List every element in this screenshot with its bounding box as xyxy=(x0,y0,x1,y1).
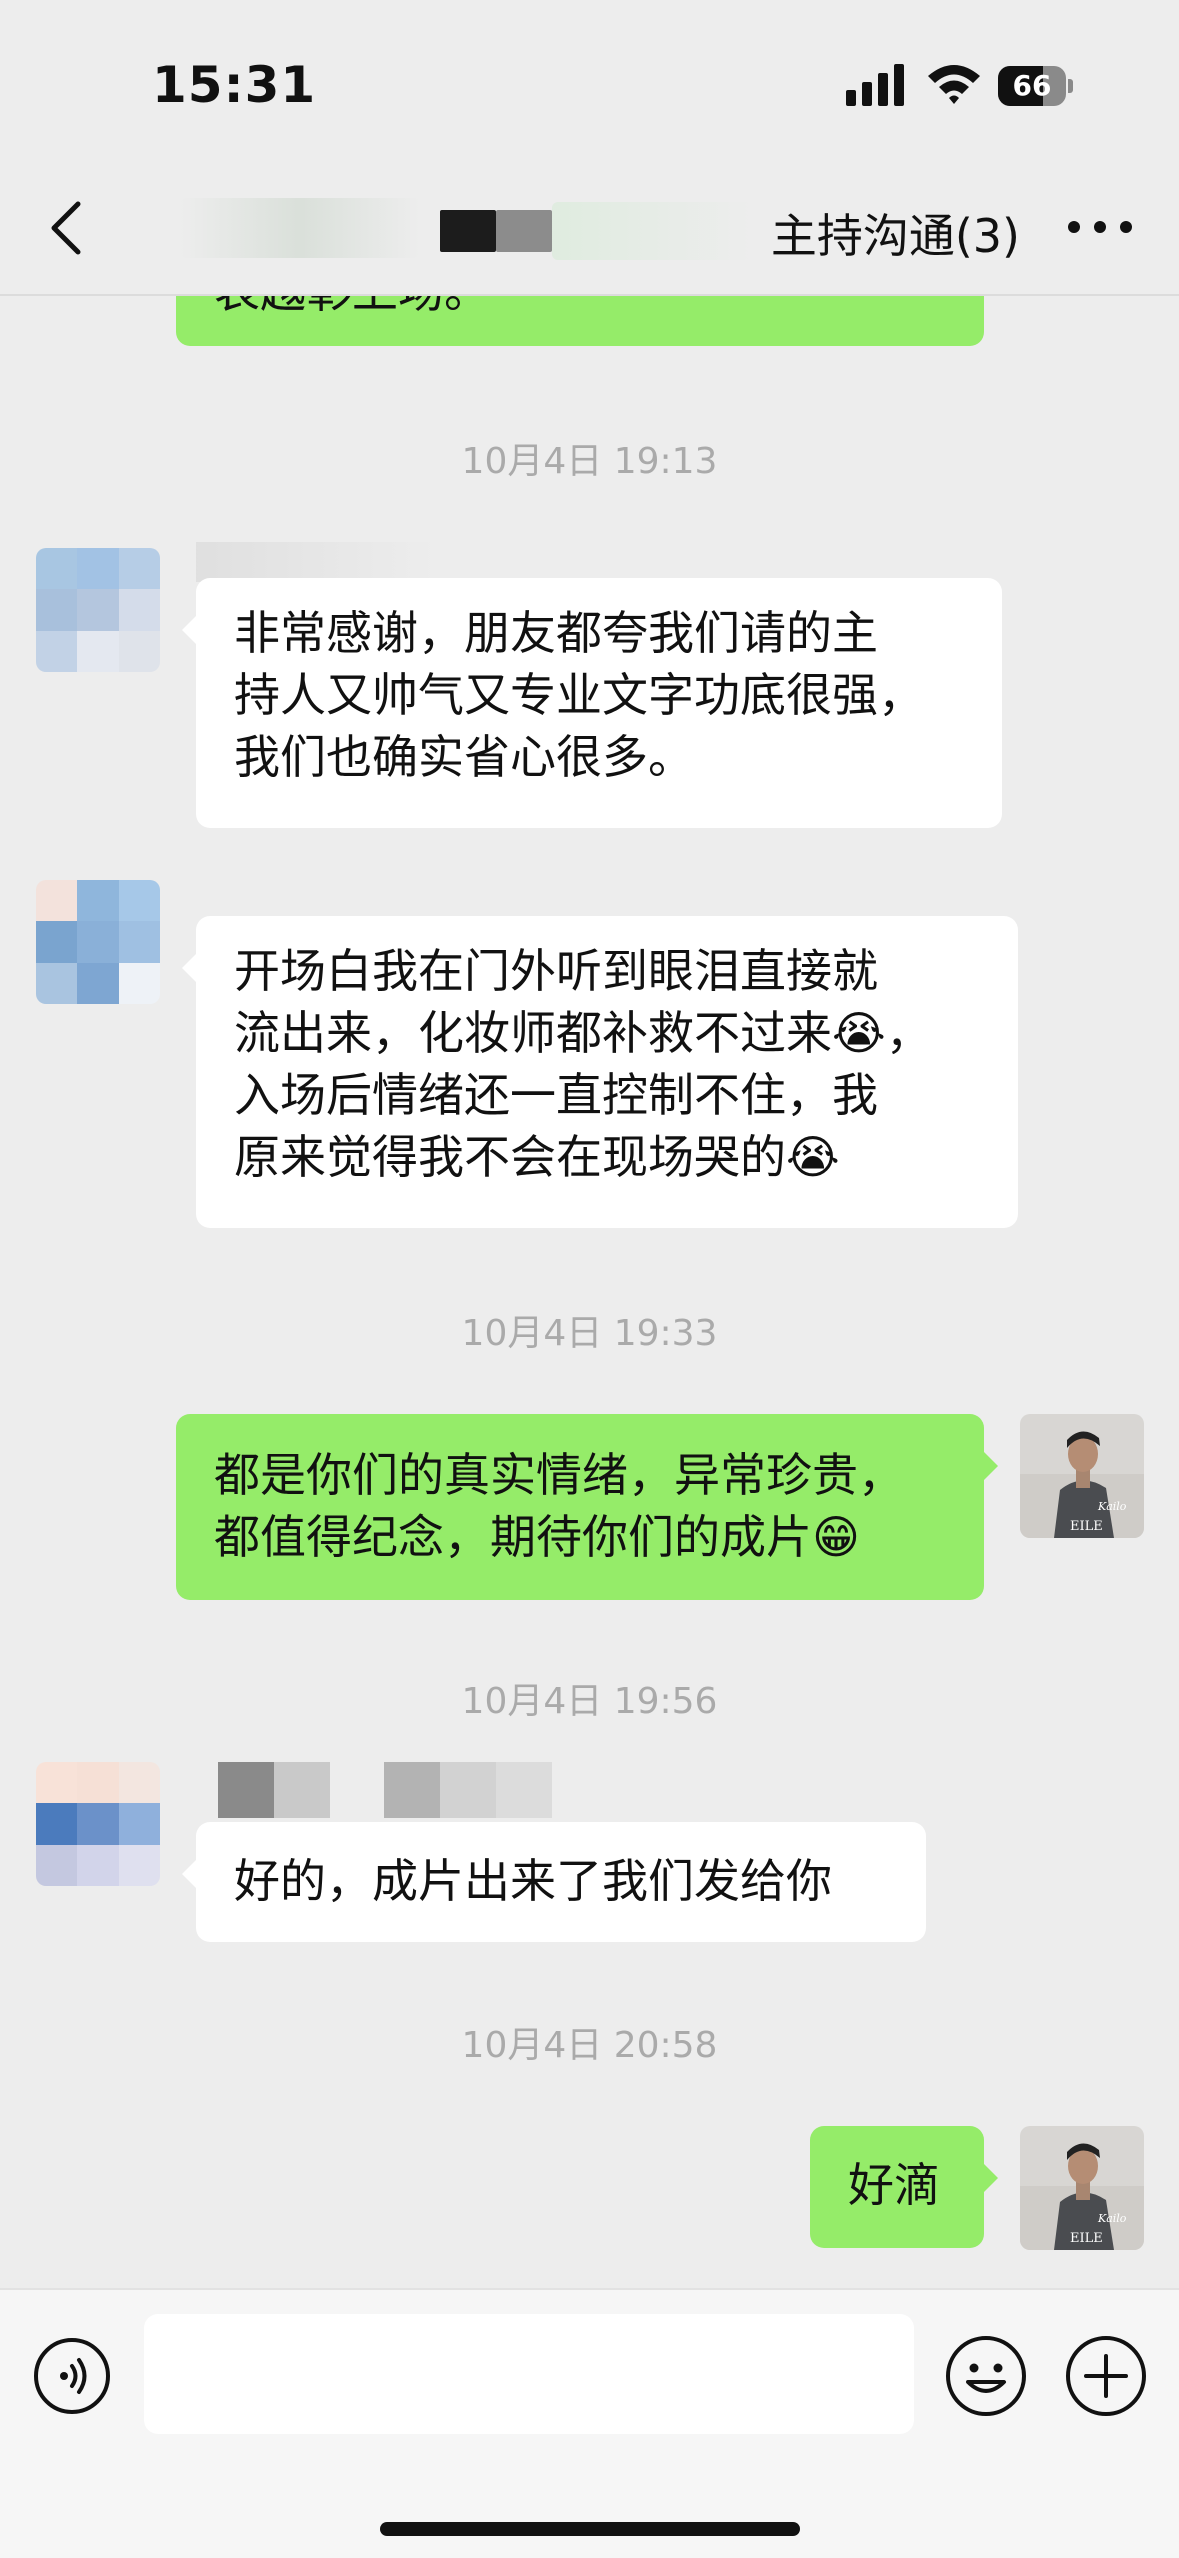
avatar[interactable] xyxy=(36,548,160,672)
message-line: 开场白我在门外听到眼泪直接就 xyxy=(234,944,878,998)
message-line: 流出来，化妆师都补救不过来😭， xyxy=(234,1006,932,1060)
avatar-brand: EILE xyxy=(1070,2231,1103,2246)
message-line: 持人又帅气又专业文字功底很强， xyxy=(234,668,924,722)
message-line: 非常感谢，朋友都夸我们请的主 xyxy=(234,606,878,660)
status-bar: 15:31 66 xyxy=(0,0,1179,160)
sender-name-redacted xyxy=(196,542,436,582)
emoji-icon[interactable] xyxy=(944,2334,1028,2418)
sender-name-redacted xyxy=(218,1762,552,1818)
message-line: 我们也确实省心很多。 xyxy=(234,730,694,784)
cellular-signal-icon xyxy=(846,64,904,106)
chat-title: 主持沟通(3) xyxy=(770,209,1020,263)
redacted-title-block xyxy=(552,202,752,260)
plus-icon[interactable] xyxy=(1064,2334,1148,2418)
battery-icon: 66 xyxy=(998,66,1074,106)
input-bar xyxy=(0,2288,1179,2558)
more-dots-icon[interactable] xyxy=(1060,204,1140,250)
message-text: 表越彰上场。 xyxy=(214,296,490,318)
self-avatar[interactable]: Kailo EILE xyxy=(1020,1414,1144,1538)
status-time: 15:31 xyxy=(152,56,317,114)
message-input[interactable] xyxy=(144,2314,914,2434)
redacted-title-block xyxy=(180,198,420,258)
message-bubble-outgoing[interactable]: 都是你们的真实情绪，异常珍贵， 都值得纪念，期待你们的成片😁 xyxy=(176,1414,998,1600)
message-line: 原来觉得我不会在现场哭的😭 xyxy=(234,1130,840,1184)
chat-title-area: 主持沟通(3) xyxy=(160,196,1020,266)
timestamp: 10月4日 19:13 xyxy=(461,441,718,482)
voice-icon[interactable] xyxy=(32,2336,112,2416)
message-line: 都值得纪念，期待你们的成片😁 xyxy=(214,1510,860,1564)
timestamp: 10月4日 19:56 xyxy=(461,1681,718,1722)
avatar[interactable] xyxy=(36,1762,160,1886)
message-bubble-incoming[interactable]: 好的，成片出来了我们发给你 xyxy=(182,1822,926,1942)
avatar-signature: Kailo xyxy=(1097,2212,1127,2225)
message-bubble-incoming[interactable]: 非常感谢，朋友都夸我们请的主 持人又帅气又专业文字功底很强， 我们也确实省心很多… xyxy=(182,578,1002,828)
home-indicator xyxy=(380,2522,800,2536)
avatar-brand: EILE xyxy=(1070,1519,1103,1534)
self-avatar[interactable]: Kailo EILE xyxy=(1020,2126,1144,2250)
message-bubble-outgoing[interactable]: 表越彰上场。 xyxy=(176,296,984,346)
chevron-left-icon[interactable] xyxy=(40,198,100,258)
message-line: 好的，成片出来了我们发给你 xyxy=(234,1854,832,1908)
timestamp: 10月4日 20:58 xyxy=(461,2025,718,2066)
message-line: 都是你们的真实情绪，异常珍贵， xyxy=(214,1448,904,1502)
wifi-icon xyxy=(928,65,980,104)
avatar-signature: Kailo xyxy=(1097,1500,1127,1513)
message-list[interactable]: 表越彰上场。 10月4日 19:13 非常感谢，朋友都夸我们请的主 持人又帅气又… xyxy=(0,296,1179,2288)
message-bubble-outgoing[interactable]: 好滴 xyxy=(810,2126,998,2248)
message-line: 好滴 xyxy=(848,2158,940,2212)
timestamp: 10月4日 19:33 xyxy=(461,1313,718,1354)
message-line: 入场后情绪还一直控制不住，我 xyxy=(234,1068,878,1122)
message-bubble-incoming[interactable]: 开场白我在门外听到眼泪直接就 流出来，化妆师都补救不过来😭， 入场后情绪还一直控… xyxy=(182,916,1018,1228)
battery-percent: 66 xyxy=(1012,69,1052,102)
chat-header: 主持沟通(3) xyxy=(0,160,1179,296)
redacted-title-block xyxy=(496,210,552,252)
avatar[interactable] xyxy=(36,880,160,1004)
redacted-title-block xyxy=(440,210,496,252)
